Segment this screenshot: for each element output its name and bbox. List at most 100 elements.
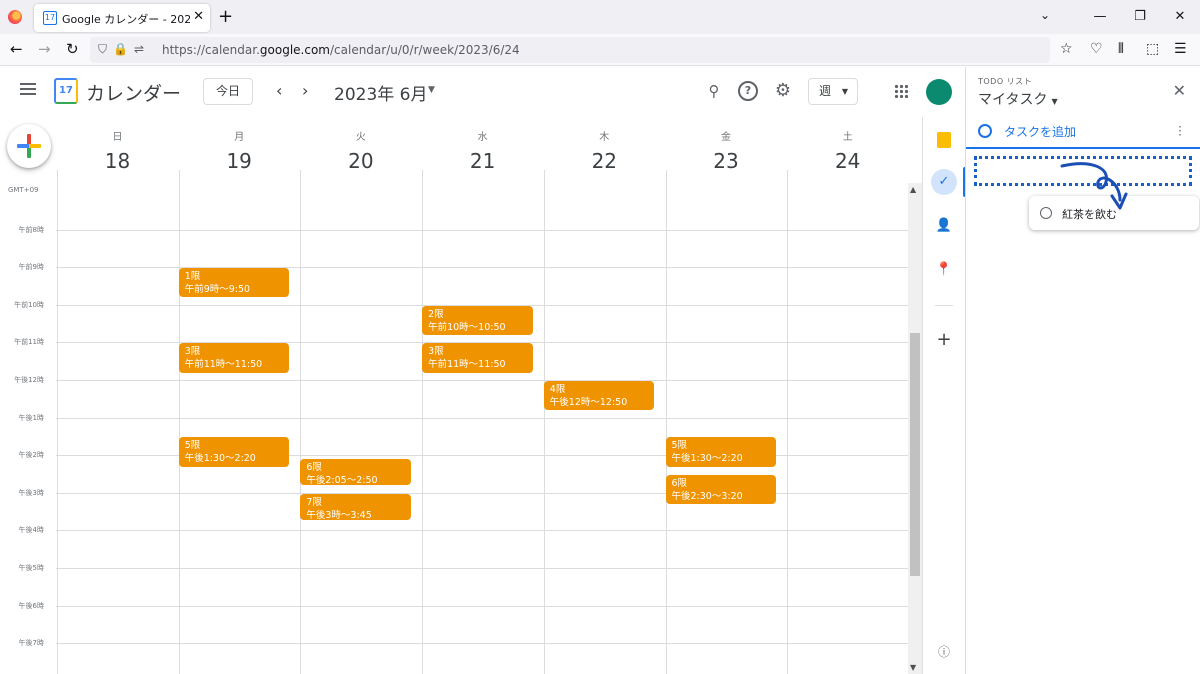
hour-label: 午後1時 bbox=[18, 413, 44, 422]
forward-icon[interactable]: → bbox=[38, 40, 51, 58]
view-selector-button[interactable]: 週 ▼ bbox=[808, 78, 858, 105]
add-task-button[interactable]: タスクを追加 bbox=[978, 123, 1076, 140]
tab-close-icon[interactable]: ✕ bbox=[193, 9, 204, 24]
scroll-thumb[interactable] bbox=[910, 333, 920, 576]
hour-label: 午後7時 bbox=[18, 639, 44, 648]
day-number[interactable]: 21 bbox=[422, 149, 543, 173]
column-divider bbox=[665, 170, 667, 183]
tab-title: Google カレンダー - 2023年 6月 1 bbox=[62, 13, 190, 26]
maps-icon[interactable]: 📍 bbox=[931, 257, 957, 283]
back-icon[interactable]: ← bbox=[10, 40, 23, 58]
day-header[interactable]: 木 22 bbox=[544, 128, 665, 173]
info-icon[interactable]: ⓘ bbox=[931, 639, 957, 665]
calendar-event[interactable]: 5限 午後1:30～2:20 bbox=[178, 437, 290, 467]
day-number[interactable]: 22 bbox=[544, 149, 665, 173]
tasks-icon[interactable]: ✓ bbox=[931, 169, 957, 195]
pocket-icon[interactable]: ♡ bbox=[1090, 41, 1103, 57]
app-title: カレンダー bbox=[86, 83, 182, 105]
hour-label: 午後3時 bbox=[18, 488, 44, 497]
calendar-event[interactable]: 6限 午後2:30～3:20 bbox=[665, 475, 777, 505]
calendar-favicon-icon: 17 bbox=[43, 11, 57, 25]
hour-label: 午前10時 bbox=[14, 300, 44, 309]
url-text[interactable]: https://calendar.google.com/calendar/u/0… bbox=[162, 43, 520, 57]
previous-week-icon[interactable]: ‹ bbox=[276, 81, 282, 100]
calendar-event[interactable]: 3限 午前11時～11:50 bbox=[178, 343, 290, 373]
grid-scrollbar[interactable]: ▲ ▼ bbox=[908, 183, 922, 674]
window-close-icon[interactable]: ✕ bbox=[1160, 0, 1200, 34]
hour-line bbox=[56, 417, 908, 419]
event-title: 3限 bbox=[428, 346, 444, 358]
day-header[interactable]: 金 23 bbox=[666, 128, 787, 173]
today-button[interactable]: 今日 bbox=[203, 78, 253, 105]
settings-gear-icon[interactable]: ⚙ bbox=[773, 81, 793, 101]
hour-label: 午前11時 bbox=[14, 338, 44, 347]
library-icon[interactable]: ⫴ bbox=[1118, 41, 1124, 57]
reload-icon[interactable]: ↻ bbox=[66, 40, 79, 58]
column-divider bbox=[57, 170, 58, 183]
scroll-down-icon[interactable]: ▼ bbox=[910, 663, 916, 672]
day-header[interactable]: 水 21 bbox=[422, 128, 543, 173]
day-number[interactable]: 23 bbox=[666, 149, 787, 173]
create-button[interactable] bbox=[7, 124, 51, 168]
week-grid[interactable]: GMT+09 午前8時 午前9時 午前10時 午前11時 午後12時 午後1時 午後2時 午後… bbox=[0, 183, 908, 674]
avatar[interactable] bbox=[926, 79, 952, 105]
restore-icon[interactable]: ❐ bbox=[1120, 0, 1160, 34]
day-header[interactable]: 日 18 bbox=[57, 128, 178, 173]
calendar-event[interactable]: 1限 午前9時～9:50 bbox=[178, 268, 290, 298]
calendar-event[interactable]: 4限 午後12時～12:50 bbox=[543, 381, 655, 411]
extensions-icon[interactable]: ⬚ bbox=[1146, 41, 1159, 57]
search-icon[interactable]: ⚲ bbox=[704, 81, 724, 101]
url-bar[interactable]: ⛉🔒⇌ https://calendar.google.com/calendar… bbox=[90, 37, 1050, 63]
event-time: 午後2:30～3:20 bbox=[671, 491, 743, 502]
task-complete-radio[interactable] bbox=[1040, 207, 1052, 219]
tab-list-chevron-icon[interactable]: ⌄ bbox=[1040, 8, 1050, 22]
day-header[interactable]: 火 20 bbox=[300, 128, 421, 173]
task-list-selector[interactable]: マイタスク ▼ bbox=[978, 89, 1058, 109]
hour-label: 午後12時 bbox=[14, 376, 44, 384]
column-divider bbox=[543, 183, 545, 674]
hour-label: 午後5時 bbox=[18, 564, 44, 572]
column-divider bbox=[665, 183, 667, 674]
day-header[interactable]: 土 24 bbox=[787, 128, 908, 173]
google-apps-icon[interactable] bbox=[894, 84, 908, 98]
minimize-icon[interactable]: — bbox=[1080, 0, 1120, 34]
calendar-header: 17 カレンダー 今日 ‹ › 2023年 6月 ▼ ⚲ ? ⚙ 週 ▼ bbox=[0, 67, 965, 117]
event-title: 6限 bbox=[306, 462, 322, 474]
calendar-event[interactable]: 3限 午前11時～11:50 bbox=[422, 343, 533, 373]
help-icon[interactable]: ? bbox=[738, 81, 758, 101]
app-menu-icon[interactable]: ☰ bbox=[1174, 41, 1187, 57]
close-panel-icon[interactable]: ✕ bbox=[1173, 81, 1186, 100]
scroll-up-icon[interactable]: ▲ bbox=[910, 185, 916, 194]
day-number[interactable]: 24 bbox=[787, 149, 908, 173]
calendar-event[interactable]: 7限 午後3時～3:45 bbox=[300, 493, 412, 521]
event-title: 3限 bbox=[184, 346, 201, 358]
more-options-icon[interactable]: · · · bbox=[1178, 121, 1182, 141]
column-divider bbox=[543, 170, 545, 183]
day-header[interactable]: 月 19 bbox=[179, 128, 300, 173]
day-number[interactable]: 19 bbox=[179, 149, 300, 173]
keep-icon[interactable] bbox=[931, 127, 957, 153]
main-menu-icon[interactable] bbox=[20, 83, 36, 95]
column-divider bbox=[178, 170, 180, 183]
browser-tab[interactable]: 17 Google カレンダー - 2023年 6月 1 ✕ bbox=[34, 4, 210, 32]
contacts-icon[interactable]: 👤 bbox=[931, 213, 957, 239]
calendar-event[interactable]: 2限 午前10時～10:50 bbox=[422, 305, 533, 335]
add-task-icon bbox=[978, 124, 992, 138]
column-divider bbox=[787, 183, 789, 674]
day-number[interactable]: 20 bbox=[300, 149, 421, 173]
calendar-event[interactable]: 6限 午後2:05～2:50 bbox=[300, 459, 412, 486]
todo-label: TODO リスト bbox=[978, 77, 1033, 86]
bookmark-star-icon[interactable]: ☆ bbox=[1060, 41, 1073, 57]
day-number[interactable]: 18 bbox=[57, 149, 178, 173]
event-time: 午前9時～9:50 bbox=[184, 284, 251, 296]
new-tab-button[interactable]: + bbox=[218, 6, 233, 27]
browser-tab-bar: 17 Google カレンダー - 2023年 6月 1 ✕ + ⌄ — ❐ ✕ bbox=[0, 0, 1200, 34]
next-week-icon[interactable]: › bbox=[302, 81, 308, 100]
month-dropdown-icon[interactable]: ▼ bbox=[428, 85, 435, 95]
hour-label: 午前8時 bbox=[18, 225, 44, 234]
calendar-event[interactable]: 5限 午後1:30～2:20 bbox=[665, 437, 777, 467]
month-title[interactable]: 2023年 6月 bbox=[334, 80, 427, 105]
firefox-icon[interactable] bbox=[8, 10, 22, 24]
calendar-logo-icon[interactable]: 17 bbox=[54, 78, 78, 104]
add-addon-icon[interactable]: + bbox=[931, 327, 957, 353]
